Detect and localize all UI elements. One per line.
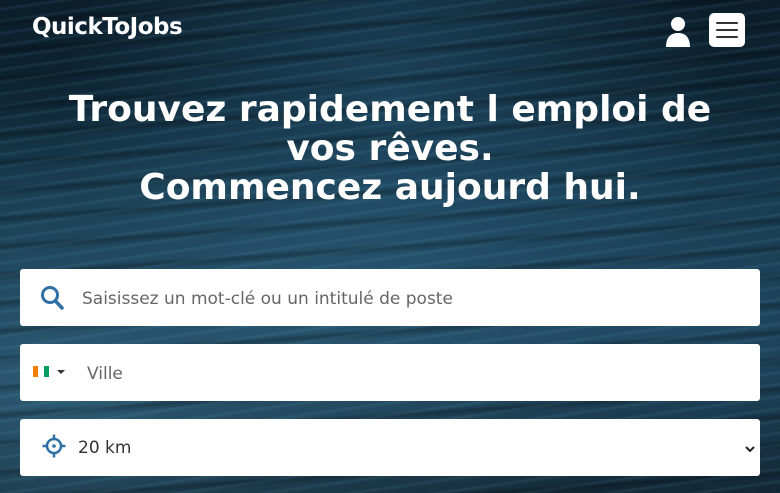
country-select[interactable] — [33, 364, 69, 380]
city-field — [20, 344, 760, 403]
select-chevron-icon — [744, 440, 756, 453]
city-input[interactable] — [85, 344, 754, 403]
hero-title-line-1: Trouvez rapidement l emploi de — [68, 89, 712, 130]
hero-title: Trouvez rapidement l emploi de vos rêves… — [40, 90, 740, 207]
hero-title-line-2: vos rêves. — [286, 128, 494, 169]
chevron-down-icon — [57, 370, 65, 374]
keyword-search-field — [20, 269, 760, 328]
radius-field: 20 km — [20, 419, 760, 476]
radius-select[interactable]: 20 km — [78, 419, 758, 476]
navbar: QuickToJobs — [0, 0, 780, 62]
user-icon[interactable] — [664, 16, 692, 48]
hero-title-line-3: Commencez aujourd hui. — [139, 167, 641, 208]
ivory-coast-flag-icon — [33, 366, 49, 377]
logo[interactable]: QuickToJobs — [32, 14, 183, 40]
menu-toggle-button[interactable] — [709, 13, 745, 47]
search-icon — [40, 285, 64, 311]
keyword-input[interactable] — [80, 269, 754, 328]
crosshair-target-icon — [42, 434, 66, 458]
